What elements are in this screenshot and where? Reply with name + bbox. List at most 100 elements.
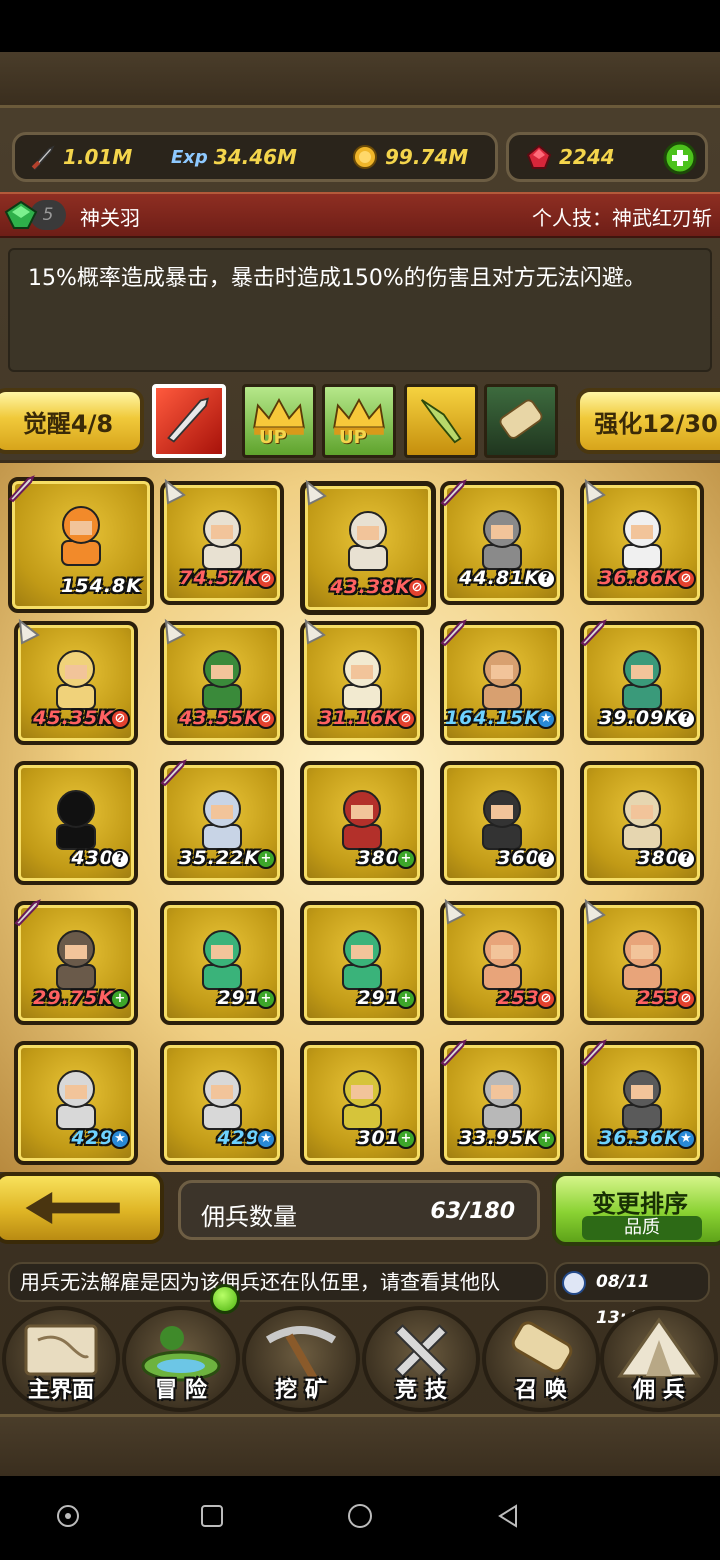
sort-button[interactable]: 变更排序 品质	[552, 1172, 720, 1246]
sword-marker-icon	[440, 619, 467, 647]
hero-badge-icon: ?	[110, 849, 130, 869]
hero-card[interactable]: 43.38K ⊘	[300, 479, 436, 615]
hero-card[interactable]: 253 ⊘	[580, 898, 704, 1025]
nav-adventure[interactable]: 冒 险	[122, 1306, 240, 1412]
hero-skill: 个人技：神武红刃斩	[532, 206, 712, 230]
sword-marker-icon	[580, 619, 607, 647]
tent-marker-icon	[164, 618, 186, 645]
hero-power-value: 33.95K	[459, 1127, 540, 1149]
back-triangle-icon[interactable]	[494, 1502, 522, 1530]
rune-slot-crown-1[interactable]: UP	[242, 384, 316, 458]
hero-badge-icon: +	[396, 989, 416, 1009]
hero-portrait	[202, 930, 242, 990]
hero-card[interactable]: 29.75K +	[14, 899, 138, 1025]
bottom-decoration	[0, 1414, 720, 1476]
add-gem-icon[interactable]	[663, 141, 697, 175]
hero-card[interactable]: 31.16K ⊘	[300, 618, 424, 745]
hero-card[interactable]: 291 +	[160, 901, 284, 1025]
nav-label: 竞 技	[395, 1378, 447, 1403]
hero-badge-icon: ★	[536, 709, 556, 729]
hero-badge-icon: +	[396, 849, 416, 869]
hero-card[interactable]: 291 +	[300, 901, 424, 1025]
hero-power-value: 43.55K	[179, 707, 260, 729]
nav-label: 冒 险	[155, 1378, 207, 1403]
mercenary-count-value: 63/180	[430, 1199, 515, 1224]
exp-resource: Exp 34.46M	[171, 135, 297, 179]
hero-card[interactable]: 39.09K?	[580, 619, 704, 745]
upgrade-button[interactable]: 强化12/30	[576, 388, 720, 454]
hero-card[interactable]: 360?	[440, 761, 564, 885]
hero-portrait	[342, 930, 382, 990]
hero-card[interactable]: 380 +	[300, 761, 424, 885]
hero-card[interactable]: 164.15K ★	[440, 619, 564, 745]
hero-badge-icon: ⊘	[536, 989, 556, 1009]
tent-marker-icon	[304, 618, 326, 645]
gem-bar: 2244	[506, 132, 708, 182]
bottom-nav: 主界面 冒 险 挖 矿 竞 技 召 唤 佣 兵	[0, 1290, 720, 1412]
hero-power-value: 35.22K	[179, 847, 260, 869]
green-gem-icon	[4, 200, 38, 229]
hero-power-value: 291	[217, 987, 260, 1009]
hero-card[interactable]: 429 ★	[160, 1041, 284, 1165]
sword-marker-icon	[440, 1039, 467, 1067]
tent-marker-icon	[305, 479, 327, 506]
hero-power-value: 429	[71, 1127, 114, 1149]
hero-power-value: 164.15K	[444, 707, 540, 729]
hero-name: 神关羽	[80, 206, 140, 230]
rune-slot-sword[interactable]	[152, 384, 226, 458]
nav-mining[interactable]: 挖 矿	[242, 1306, 360, 1412]
system-circle-dot-icon[interactable]	[54, 1502, 82, 1530]
ruby-icon	[526, 144, 552, 169]
tent-marker-icon	[584, 478, 606, 505]
hero-portrait	[622, 930, 662, 990]
resource-bar: 1.01M Exp 34.46M 99.74M	[12, 132, 498, 182]
sword-marker-icon	[14, 899, 41, 927]
hero-card[interactable]: 429 ★	[14, 1041, 138, 1165]
hero-badge-icon: ⊘	[396, 709, 416, 729]
home-circle-icon[interactable]	[346, 1502, 374, 1530]
tent-marker-icon	[18, 618, 40, 645]
hero-card[interactable]: 45.35K ⊘	[14, 618, 138, 745]
hero-power-value: 31.16K	[319, 707, 400, 729]
hero-card[interactable]: 44.81K?	[440, 479, 564, 605]
nav-arena[interactable]: 竞 技	[362, 1306, 480, 1412]
hero-card[interactable]: 33.95K +	[440, 1039, 564, 1165]
hero-card[interactable]: 36.36K ★	[580, 1039, 704, 1165]
exp-amount: 34.46M	[213, 145, 297, 169]
nav-mercenary[interactable]: 佣 兵	[600, 1306, 718, 1412]
hero-badge-icon: +	[396, 1129, 416, 1149]
hero-card[interactable]: 301 +	[300, 1041, 424, 1165]
hero-card[interactable]: 154.8K	[8, 475, 154, 613]
gold-coin-icon	[353, 145, 377, 169]
hero-portrait	[56, 790, 96, 850]
recents-square-icon[interactable]	[198, 1502, 226, 1530]
hero-card[interactable]: 253 ⊘	[440, 898, 564, 1025]
rune-up-label: UP	[339, 427, 367, 448]
rune-slot-scroll[interactable]	[484, 384, 558, 458]
hero-badge-icon: ★	[256, 1129, 276, 1149]
rune-slot-crown-2[interactable]: UP	[322, 384, 396, 458]
awaken-button[interactable]: 觉醒4/8	[0, 388, 144, 454]
gold-resource: 99.74M	[351, 135, 468, 179]
sword-rune-icon	[167, 397, 209, 443]
hero-badge-icon: ?	[536, 849, 556, 869]
hero-card[interactable]: 43.55K ⊘	[160, 618, 284, 745]
nav-summon[interactable]: 召 唤	[482, 1306, 600, 1412]
nav-main[interactable]: 主界面	[2, 1306, 120, 1412]
hero-power-value: 430	[71, 847, 114, 869]
hero-power-value: 291	[357, 987, 400, 1009]
hero-card[interactable]: 36.86K ⊘	[580, 478, 704, 605]
hero-info-bar: 5 神关羽 个人技：神武红刃斩	[0, 192, 720, 238]
sort-title: 变更排序	[592, 1190, 688, 1218]
hero-card[interactable]: 380?	[580, 761, 704, 885]
hero-portrait	[342, 650, 382, 710]
back-button[interactable]	[0, 1172, 164, 1244]
hero-portrait	[622, 510, 662, 570]
hero-card[interactable]: 35.22K +	[160, 759, 284, 885]
rune-slot-blade[interactable]	[404, 384, 478, 458]
hero-portrait	[622, 650, 662, 710]
hero-card[interactable]: 74.57K ⊘	[160, 478, 284, 605]
sort-mode: 品质	[582, 1216, 702, 1240]
hero-card[interactable]: 430?	[14, 761, 138, 885]
hero-power-value: 301	[357, 1127, 400, 1149]
